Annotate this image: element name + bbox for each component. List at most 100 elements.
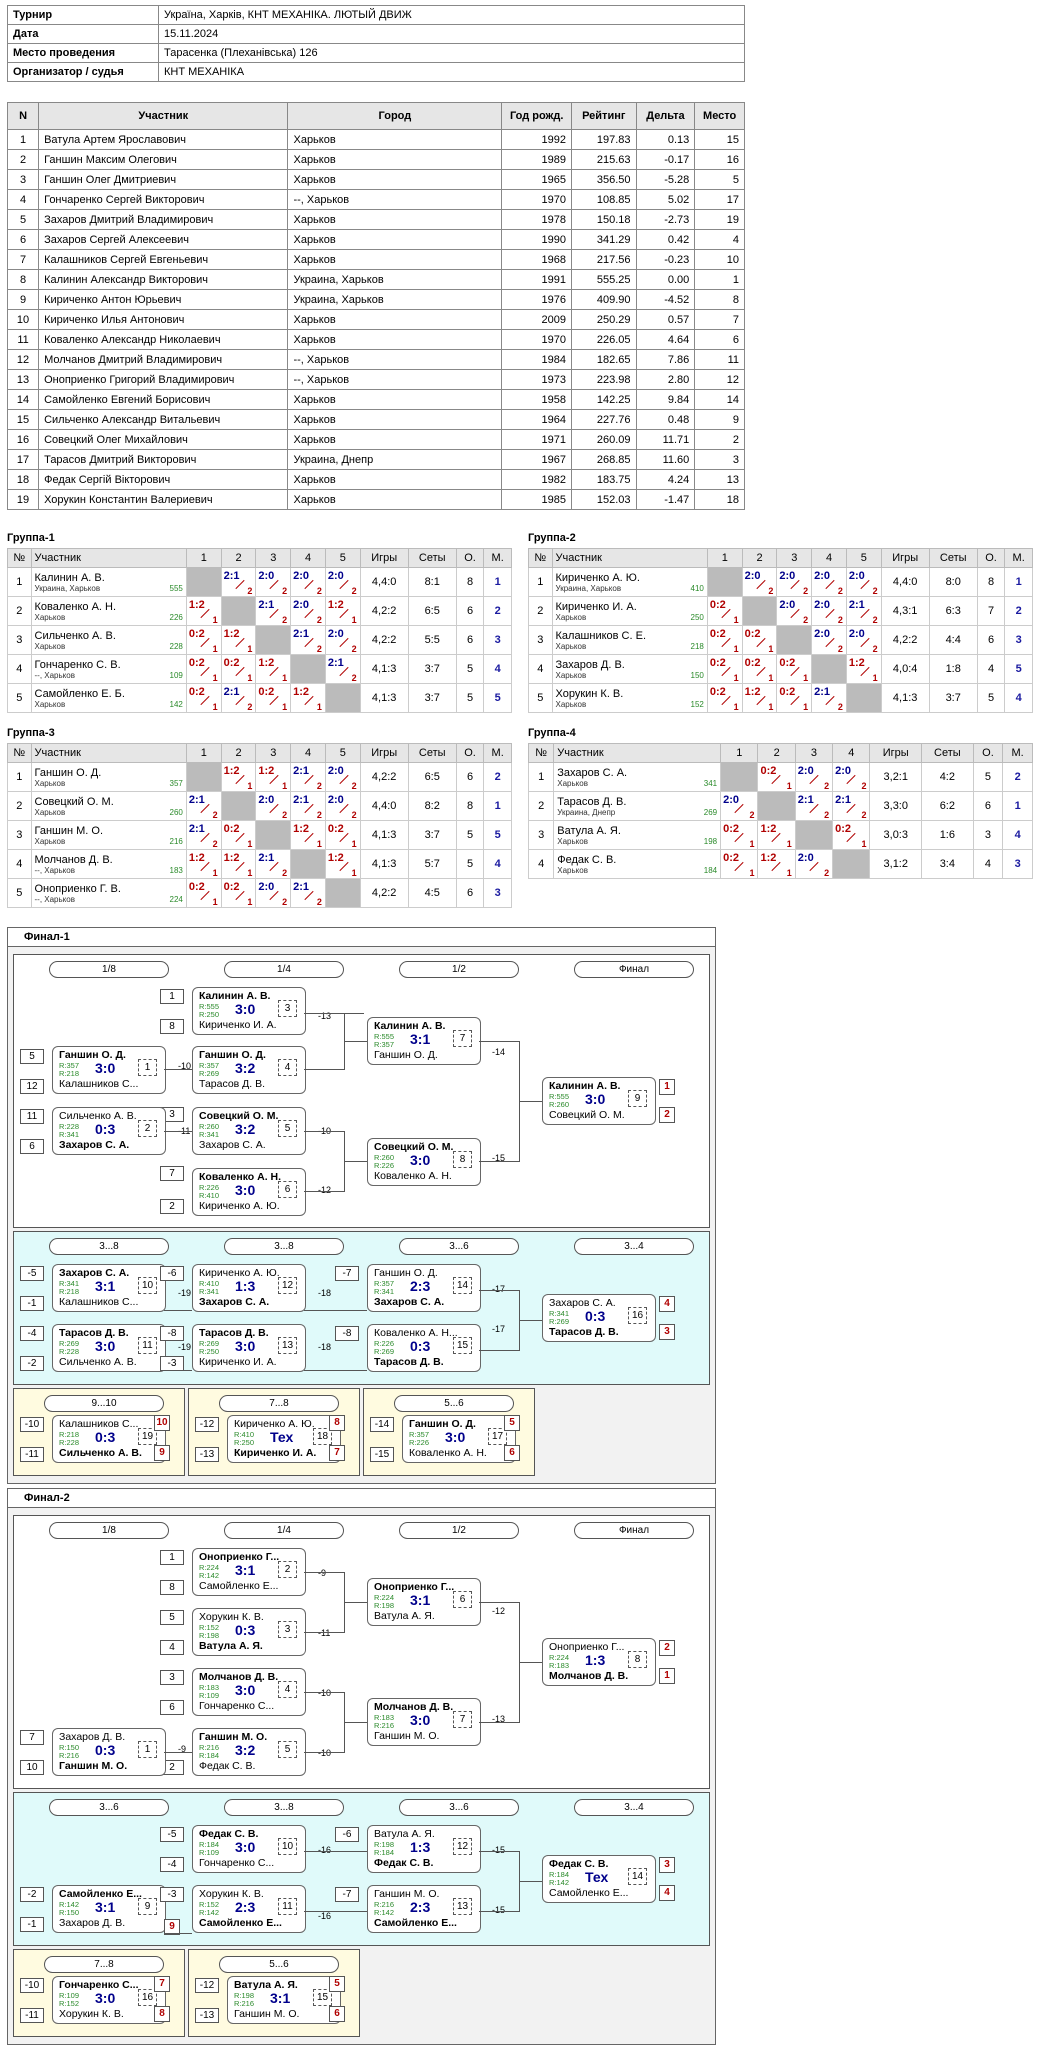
rating-b: R:228 [59,1438,80,1447]
score-value: 0:2 [760,765,777,777]
group-column-header: 1 [185,548,222,568]
group-score-cell: 2:1 2 [845,596,882,626]
bracket-line [304,1191,344,1192]
player-name: Хорукин К. В. [555,687,624,700]
match-ratings: R:357 R:341 [374,1280,394,1296]
loser-goto: -16 [318,1911,332,1921]
match-score: 0:3 [585,1308,606,1324]
group-row-number: 4 [528,654,553,684]
player-rating: 341 [703,778,718,788]
group-games: 3,0:3 [869,820,923,850]
seed-label: -10 [20,1978,44,1993]
group-score-cell [706,567,743,597]
group-score-cell [324,683,361,713]
group-sets: 8:1 [407,567,457,597]
group-games: 4,1:3 [359,849,409,879]
participant-cell: 197.83 [571,129,637,150]
group-score-cell [845,683,882,713]
seed-label: 7 [20,1730,44,1745]
group-score-cell: 2:1 2 [811,683,847,713]
match-ratings: R:218 R:228 [59,1431,79,1447]
rating-b: R:250 [199,1010,220,1019]
match-box: Тарасов Д. В. R:269 R:250 3:0 13 Кириченко И.… [192,1324,306,1372]
group-points: 6 [455,878,485,908]
player-name: Самойленко Е. Б. [34,687,125,700]
participant-row: 10 Кириченко Илья Антонович Харьков 2009 250… [6,309,745,330]
participant-cell: Хорукин Константин Валериевич [38,489,289,510]
seed-label: -1 [20,1296,44,1311]
match-score: 0:3 [95,1742,116,1758]
group-3-title: Группа-3 [7,727,55,739]
participant-row: 8 Калинин Александр Викторович Украина, Ха… [6,269,745,290]
rating-b: R:226 [409,1438,430,1447]
bracket-line [304,1310,367,1311]
rating-b: R:142 [199,1908,220,1917]
group-place: 4 [1004,683,1033,713]
score-value: 2:1 [848,599,865,611]
group-row-number: 1 [528,567,553,597]
match-number: 6 [453,1591,472,1608]
group-points: 5 [976,683,1006,713]
participant-cell: Совецкий Олег Михайлович [38,429,289,450]
group-row: 2 Тарасов Д. В. Украина, Днепр 269 2:0 2 2:1 2 2… [527,791,1033,821]
bracket-line [164,1310,192,1311]
match-ratings: R:183 R:109 [199,1684,219,1700]
match-player-b: Захаров С. А. [59,1139,130,1151]
match-ratings: R:410 R:250 [234,1431,254,1447]
participant-cell: 17 [694,189,745,210]
group-row: 1 Захаров С. А. Харьков 341 0:2 1 2:0 2 2:0 2 3,2:… [527,762,1033,792]
participant-cell: 11 [6,329,40,350]
participant-cell: --, Харьков [287,369,503,390]
group-points: 6 [455,596,485,626]
match-number: 4 [278,1681,297,1698]
match-box: Федак С. В. R:184 R:109 3:0 10 Гончаренко С..… [192,1825,306,1873]
score-points: 2 [351,781,357,791]
player-city: Харьков 142 [34,699,183,709]
bracket-line [304,1572,344,1573]
bracket-line [304,1911,367,1912]
group-player: Ганшин О. Д. Харьков 357 [30,762,187,792]
group-column-header: 3 [794,743,834,763]
group-column-header: Участник [551,548,708,568]
round-label: 3...8 [224,1799,344,1816]
match-number: 16 [628,1307,647,1324]
participant-row: 4 Гончаренко Сергей Викторович --, Харьков… [6,189,745,210]
group-row: 1 Кириченко А. Ю. Украина, Харьков 410 2:0 2 2… [528,567,1033,597]
match-number: 2 [278,1561,297,1578]
player-city: Украина, Харьков 555 [34,583,183,593]
participant-cell: Харьков [287,429,503,450]
group-column-header: 4 [290,743,326,763]
seed-label: 2 [160,1199,184,1214]
match-box: Гончаренко С... R:109 R:152 3:0 16 Хорукин К.… [52,1976,166,2024]
seed-label: -7 [335,1887,359,1902]
final-1-places-5-6: 5...6 Ганшин О. Д. R:357 R:226 3:0 17 Коваленк… [363,1388,535,1476]
seed-label: -12 [195,1417,219,1432]
participant-cell: 1970 [501,329,573,350]
final-1-places-9-10: 9...10 Калашников С... R:218 R:228 0:3 19 Силь… [13,1388,185,1476]
participant-cell: 11 [694,349,745,370]
player-name: Кириченко А. Ю. [555,571,640,584]
group-player: Кириченко И. А. Харьков 250 [551,596,708,626]
group-sets: 3:4 [921,849,974,879]
rating-b: R:198 [374,1601,395,1610]
participant-cell: 4 [694,229,745,250]
group-column-header: № [528,548,553,568]
score-points: 2 [282,810,288,820]
participant-cell: Харьков [287,309,503,330]
player-name: Тарасов Д. В. [557,795,627,808]
score-points: 2 [282,897,288,907]
seed-label: -2 [20,1887,44,1902]
match-number: 10 [278,1838,297,1855]
rating-b: R:150 [59,1908,80,1917]
score-value: 2:0 [293,570,310,582]
score-points: 1 [282,781,288,791]
score-points: 1 [212,615,218,625]
info-row: Организатор / судья КНТ МЕХАНІКА [7,62,745,82]
participant-cell: 250.29 [571,309,637,330]
score-value: 0:2 [744,628,761,640]
bracket-line [304,1752,344,1753]
group-header-row: № Участник 1 2 3 4 Игры Сеты О. М. [527,743,1033,763]
group-player: Сильченко А. В. Харьков 228 [30,625,187,655]
player-city: --, Харьков 109 [34,670,183,680]
score-value: 2:0 [327,794,344,806]
